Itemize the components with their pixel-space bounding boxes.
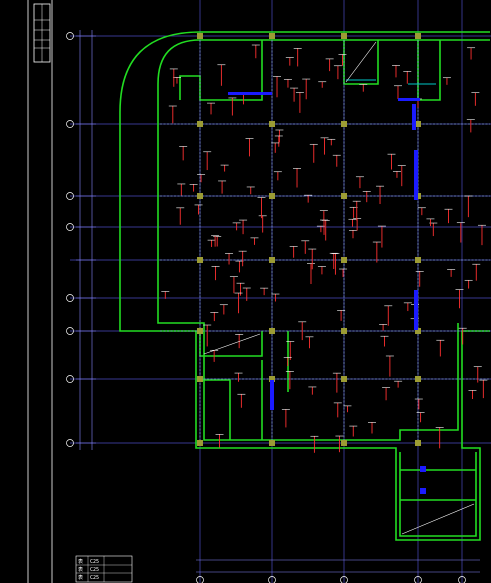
- title-block-icon: [33, 3, 51, 63]
- column-icon: [197, 376, 203, 382]
- beam-annotations: [161, 44, 488, 453]
- column-icon: [341, 328, 347, 334]
- column-icon: [341, 193, 347, 199]
- column-icon: [415, 440, 421, 446]
- legend-table: 表 C25 表 C25 表 C25: [75, 555, 133, 583]
- column-icon: [197, 193, 203, 199]
- legend-cell: 表: [78, 574, 83, 581]
- legend-cell: C25: [90, 559, 99, 565]
- column-icon: [415, 376, 421, 382]
- column-icon: [341, 33, 347, 39]
- dimension-lines: [76, 30, 480, 573]
- legend-cell: C25: [90, 575, 99, 581]
- column-icon: [341, 376, 347, 382]
- column-icon: [197, 257, 203, 263]
- column-icon: [269, 33, 275, 39]
- column-icon: [269, 257, 275, 263]
- title-block-strip: [27, 0, 53, 583]
- column-icon: [197, 440, 203, 446]
- legend-cell: C25: [90, 567, 99, 573]
- axis-grid: [70, 0, 491, 583]
- floor-plan-drawing[interactable]: 表 C25 表 C25 表 C25: [0, 0, 491, 583]
- column-icon: [269, 193, 275, 199]
- accent-marks: [228, 92, 426, 494]
- column-icon: [341, 121, 347, 127]
- column-icon: [269, 121, 275, 127]
- column-icon: [197, 121, 203, 127]
- column-icon: [197, 328, 203, 334]
- column-icon: [341, 257, 347, 263]
- legend-cell: 表: [78, 558, 83, 565]
- column-icon: [341, 440, 347, 446]
- column-icon: [269, 440, 275, 446]
- column-icon: [415, 257, 421, 263]
- legend-cell: 表: [78, 566, 83, 573]
- outer-walls: [119, 31, 490, 541]
- column-icon: [197, 33, 203, 39]
- column-icon: [415, 33, 421, 39]
- column-icon: [269, 328, 275, 334]
